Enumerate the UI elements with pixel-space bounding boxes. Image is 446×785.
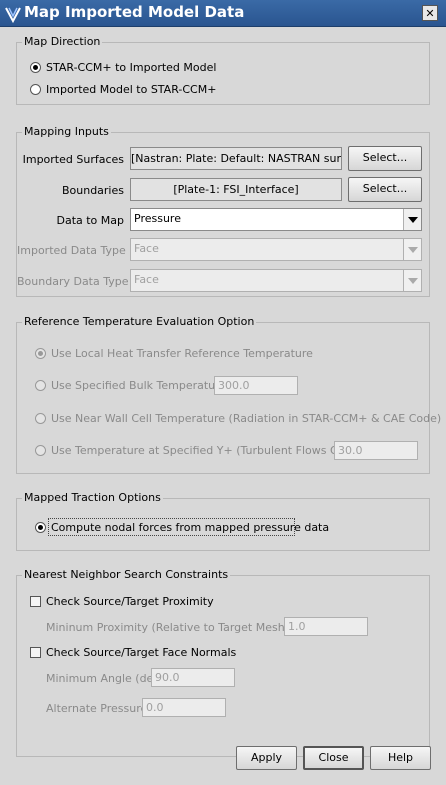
- map-direction-legend: Map Direction: [22, 35, 103, 48]
- check-face-normals-checkbox[interactable]: [30, 647, 41, 658]
- radio-bulk-temperature: [35, 380, 46, 391]
- help-button[interactable]: Help: [370, 746, 431, 770]
- radio-star-to-imported[interactable]: [30, 62, 41, 73]
- radio-local-heat-transfer: [35, 348, 46, 359]
- radio-compute-nodal-forces[interactable]: [35, 522, 46, 533]
- check-proximity-label: Check Source/Target Proximity: [46, 595, 214, 608]
- imported-surfaces-field: [Nastran: Plate: Default: NASTRAN surfac…: [130, 147, 342, 170]
- boundary-data-type-label: Boundary Data Type: [17, 275, 129, 288]
- boundaries-label: Boundaries: [61, 184, 124, 197]
- radio-imported-to-star-label: Imported Model to STAR-CCM+: [46, 83, 217, 96]
- radio-local-heat-transfer-label: Use Local Heat Transfer Reference Temper…: [51, 347, 313, 360]
- select-boundaries-button[interactable]: Select...: [348, 177, 422, 202]
- minimum-proximity-input: 1.0: [284, 617, 368, 636]
- radio-star-to-imported-label: STAR-CCM+ to Imported Model: [46, 61, 217, 74]
- window-close-icon[interactable]: ✕: [422, 5, 438, 21]
- reference-temperature-group: Reference Temperature Evaluation Option …: [16, 315, 441, 474]
- radio-near-wall-cell-label: Use Near Wall Cell Temperature (Radiatio…: [51, 412, 442, 425]
- close-button[interactable]: Close: [303, 746, 364, 770]
- select-surfaces-button[interactable]: Select...: [348, 146, 422, 171]
- alternate-pressure-label: Alternate Pressure: [46, 702, 148, 715]
- imported-data-type-label: Imported Data Type: [17, 244, 126, 257]
- chevron-down-icon[interactable]: [403, 209, 421, 230]
- mapping-inputs-legend: Mapping Inputs: [22, 125, 111, 138]
- boundary-data-type-select: Face: [130, 269, 422, 292]
- nearest-neighbor-legend: Nearest Neighbor Search Constraints: [22, 568, 231, 581]
- data-to-map-select[interactable]: Pressure: [130, 208, 422, 231]
- minimum-proximity-label: Mininum Proximity (Relative to Target Me…: [46, 621, 316, 634]
- y-plus-input: 30.0: [334, 441, 418, 460]
- star-ccm-app-icon: [5, 7, 21, 23]
- mapping-inputs-group: Mapping Inputs Imported Surfaces [Nastra…: [16, 125, 430, 297]
- map-direction-group: Map Direction STAR-CCM+ to Imported Mode…: [16, 35, 430, 105]
- nearest-neighbor-group: Nearest Neighbor Search Constraints Chec…: [16, 568, 430, 757]
- title-bar[interactable]: Map Imported Model Data ✕: [0, 0, 446, 27]
- reference-temperature-legend: Reference Temperature Evaluation Option: [22, 315, 257, 328]
- mapped-traction-group: Mapped Traction Options Compute nodal fo…: [16, 491, 430, 551]
- apply-button[interactable]: Apply: [236, 746, 297, 770]
- radio-bulk-temperature-label: Use Specified Bulk Temperature: [51, 379, 227, 392]
- minimum-angle-input: 90.0: [151, 668, 235, 687]
- radio-compute-nodal-forces-label: Compute nodal forces from mapped pressur…: [51, 521, 330, 534]
- chevron-down-icon: [403, 239, 421, 260]
- imported-data-type-select: Face: [130, 238, 422, 261]
- boundaries-field: [Plate-1: FSI_Interface]: [130, 178, 342, 201]
- minimum-angle-label: Minimum Angle (deg): [46, 672, 165, 685]
- boundary-data-type-value: Face: [134, 273, 159, 286]
- radio-specified-y-plus-label: Use Temperature at Specified Y+ (Turbule…: [51, 444, 360, 457]
- check-face-normals-label: Check Source/Target Face Normals: [46, 646, 237, 659]
- radio-specified-y-plus: [35, 445, 46, 456]
- data-to-map-label: Data to Map: [56, 214, 124, 227]
- check-proximity-checkbox[interactable]: [30, 596, 41, 607]
- imported-data-type-value: Face: [134, 242, 159, 255]
- radio-imported-to-star[interactable]: [30, 84, 41, 95]
- chevron-down-icon: [403, 270, 421, 291]
- alternate-pressure-input: 0.0: [142, 698, 226, 717]
- imported-surfaces-label: Imported Surfaces: [22, 153, 124, 166]
- radio-near-wall-cell: [35, 413, 46, 424]
- window-title: Map Imported Model Data: [24, 3, 245, 21]
- bulk-temperature-input: 300.0: [214, 376, 298, 395]
- data-to-map-value: Pressure: [134, 212, 181, 225]
- dialog-body: Map Direction STAR-CCM+ to Imported Mode…: [3, 27, 443, 783]
- mapped-traction-legend: Mapped Traction Options: [22, 491, 163, 504]
